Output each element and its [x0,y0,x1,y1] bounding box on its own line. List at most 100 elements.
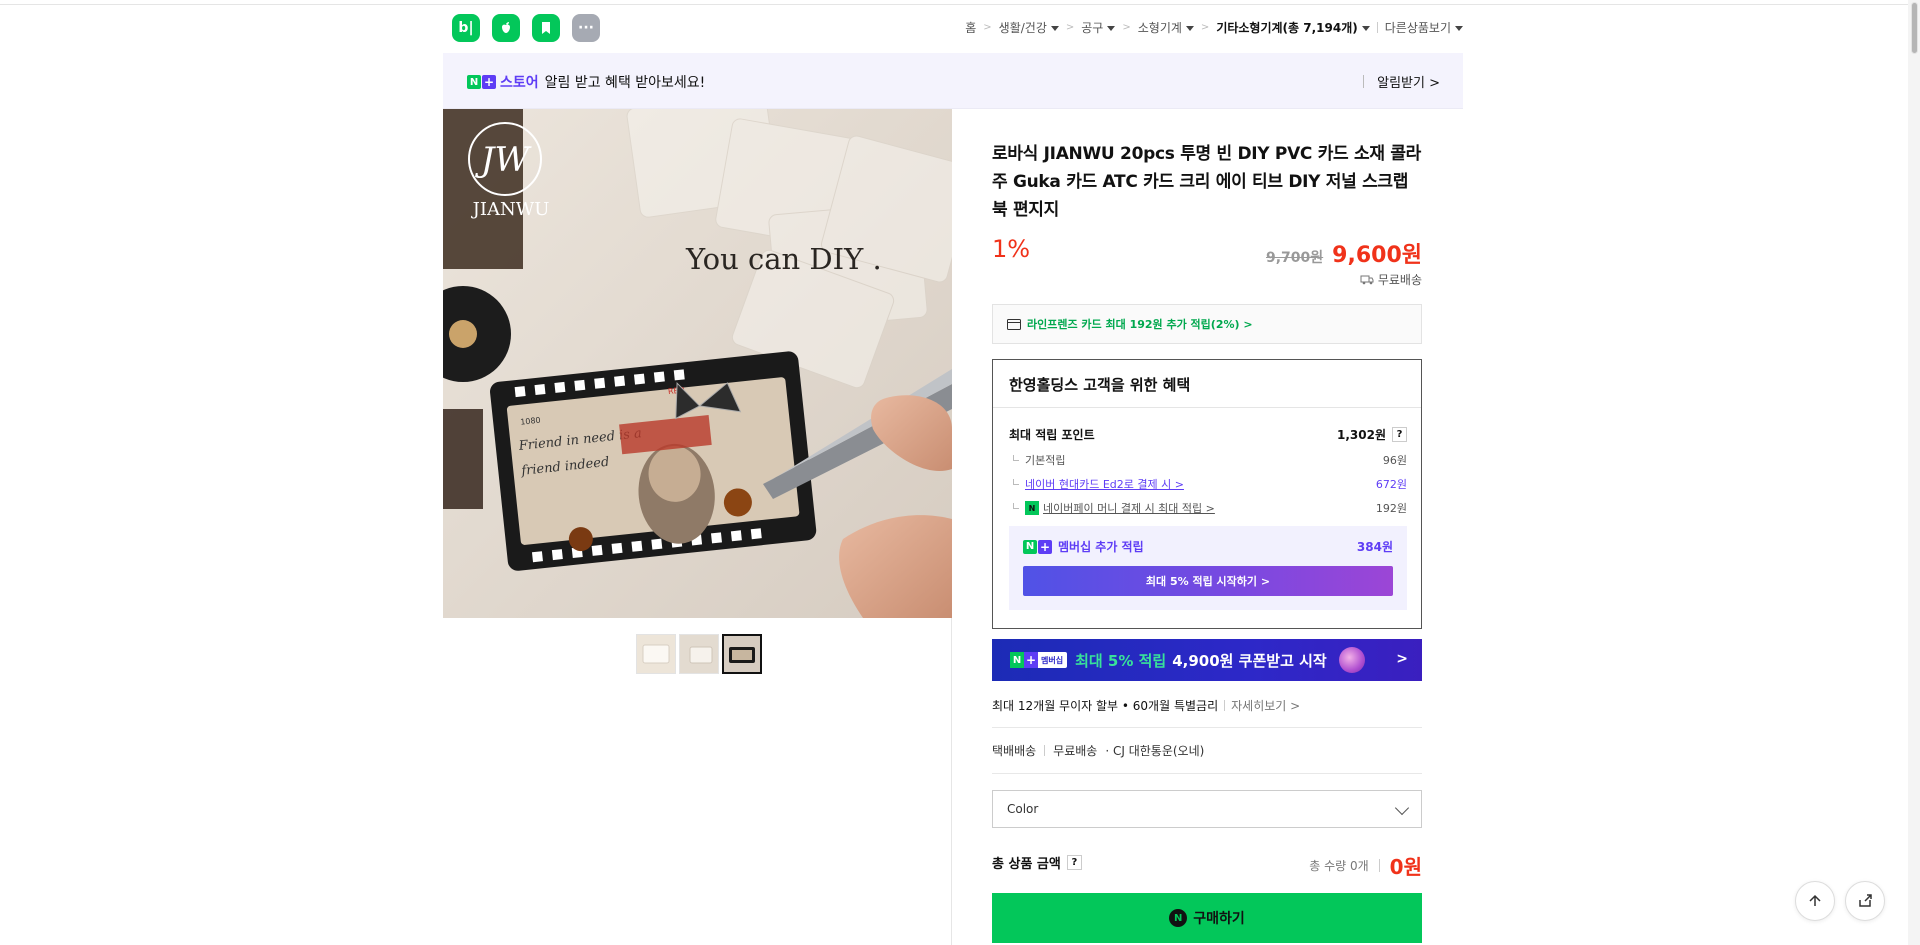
hyundai-card-link[interactable]: 네이버 현대카드 Ed2로 결제 시 > [1025,476,1184,492]
promo-highlight: 최대 5% 적립 [1075,651,1167,670]
app-icon-row: b| ··· [452,14,600,42]
benefit-row-value: 192원 [1375,502,1407,515]
share-icon [1859,894,1872,907]
breadcrumb-sep-icon: > [983,22,992,33]
delivery-info: 택배배송 무료배송 · CJ 대한통운(오네) [992,742,1204,759]
blog-icon-label: b| [458,20,474,36]
breadcrumb-category-3[interactable]: 소형기계 [1138,19,1194,36]
caret-down-icon [1185,26,1194,31]
breadcrumb-divider [1376,22,1378,33]
store-banner-message: 알림 받고 혜택 받아보세요! [544,75,706,91]
nplus-icon: N + [1023,539,1052,554]
membership-promo-banner[interactable]: N + 멤버십 최대 5% 적립 4,900원 쿠폰받고 시작 > [992,639,1422,681]
breadcrumb-sep-icon: > [1065,22,1075,33]
scroll-to-top-button[interactable] [1795,881,1835,921]
installment-info: 최대 12개월 무이자 할부 • 60개월 특별금리 자세히보기 > [992,697,1422,714]
product-photo-illustration: JW JIANWU You can DIY . 1080 RED Friend … [443,109,952,618]
color-option-placeholder: Color [1007,802,1039,816]
more-icon-label: ··· [578,20,594,36]
breadcrumb-sep-icon: > [1122,22,1131,33]
tree-line-icon [1013,455,1019,461]
credit-card-icon [1007,318,1021,330]
help-icon[interactable]: ? [1066,854,1082,870]
total-quantity: 총 수량 0개 [1309,859,1369,873]
installment-detail-link[interactable]: 자세히보기 > [1231,697,1300,714]
buy-button-label: 구매하기 [1193,911,1245,927]
shipping-label: 무료배송 [1377,273,1422,287]
onion-mascot-icon [1338,647,1365,673]
color-option-select[interactable]: Color [992,790,1422,828]
breadcrumb-category-2[interactable]: 공구 [1081,19,1116,36]
breadcrumb-category-4[interactable]: 기타소형기계(총 7,194개) [1216,19,1370,36]
more-icon[interactable]: ··· [572,14,600,42]
buy-button[interactable]: N 구매하기 [992,893,1422,943]
alert-subscribe-label: 알림받기 > [1377,76,1440,91]
membership-tag: N + 멤버십 [1010,652,1068,668]
alert-subscribe-button[interactable]: 알림받기 > [1363,72,1440,91]
membership-start-button[interactable]: 최대 5% 적립 시작하기 > [1023,566,1393,596]
other-products-link[interactable]: 다른상품보기 [1385,19,1463,36]
membership-row: N + 멤버십 추가 적립 384원 [1023,538,1393,555]
page-scrollbar[interactable] [1908,0,1920,945]
breadcrumb-category-4-label: 기타소형기계(총 7,194개) [1216,21,1358,35]
top-header: b| ··· 홈 > 생활/건강 > 공구 > 소형기계 > 기타소형기계(총 … [443,13,1463,43]
naverpay-icon: N [1025,501,1039,515]
installment-text: 최대 12개월 무이자 할부 • 60개월 특별금리 [992,699,1219,713]
chevron-right-icon: > [1396,651,1408,667]
naverpay-n-icon: N [1169,909,1188,927]
membership-tag-label: 멤버십 [1041,655,1064,665]
bookmark-app-icon[interactable] [532,14,560,42]
total-label: 총 상품 금액 [992,856,1061,872]
share-button[interactable] [1845,881,1885,921]
scrollbar-thumb[interactable] [1911,2,1918,54]
total-divider [1378,859,1380,872]
thumbnail-2[interactable] [679,634,719,674]
card-offer-label: 라인프렌즈 카드 최대 192원 추가 적립(2%) > [1027,318,1253,331]
logo-monogram: JW [475,140,533,180]
thumbnail-1[interactable] [636,634,676,674]
benefit-row-naverpay: N 네이버페이 머니 결제 시 최대 적립 > 192원 [1013,500,1407,516]
max-points-label: 최대 적립 포인트 [1009,428,1095,442]
membership-value: 384원 [1356,540,1393,554]
max-points-value-wrap: 1,302원 ? [1337,426,1407,443]
nplus-store-icon: N + [467,75,496,89]
breadcrumb-category-2-label: 공구 [1081,21,1104,35]
sale-price: 9,600원 [1332,243,1422,268]
breadcrumb-category-1[interactable]: 생활/건강 [999,19,1059,36]
membership-box: N + 멤버십 추가 적립 384원 최대 5% 적립 시작하기 > [1009,526,1407,610]
arrow-up-icon [1809,894,1821,906]
caret-down-icon [1107,26,1116,31]
store-alert-banner: N + 스토어 알림 받고 혜택 받아보세요! 알림받기 > [443,53,1463,109]
other-products-label: 다른상품보기 [1384,21,1451,35]
truck-icon [1360,275,1374,285]
blog-icon[interactable]: b| [452,14,480,42]
installment-divider [1224,700,1226,711]
caret-down-icon [1050,26,1059,31]
thumbnail-strip [636,634,762,674]
logo-wordmark: JIANWU [471,199,550,220]
caret-down-icon [1361,26,1370,31]
divider [992,773,1422,774]
image-headline: You can DIY . [685,242,882,276]
delivery-type: 택배배송 [992,744,1037,758]
delivery-carrier: · CJ 대한통운(오네) [1105,744,1205,758]
tree-line-icon [1013,503,1019,509]
benefit-heading: 한영홀딩스 고객을 위한 혜택 [993,360,1421,408]
benefit-row-label: 기본적립 [1025,454,1066,467]
alert-divider [1363,75,1365,88]
tree-line-icon [1013,479,1019,485]
breadcrumb-home[interactable]: 홈 [965,19,976,36]
max-points-row: 최대 적립 포인트 1,302원 ? [1009,426,1407,443]
naverpay-link[interactable]: 네이버페이 머니 결제 시 최대 적립 > [1043,500,1215,516]
breadcrumb-category-3-label: 소형기계 [1137,21,1182,35]
apple-app-icon[interactable] [492,14,520,42]
thumbnail-3-selected[interactable] [722,634,762,674]
benefit-row-hyundai-card: 네이버 현대카드 Ed2로 결제 시 > 672원 [1013,476,1407,492]
shipping-info: 무료배송 [1360,271,1422,288]
help-icon[interactable]: ? [1392,427,1407,442]
product-gallery: JW JIANWU You can DIY . 1080 RED Friend … [443,109,952,945]
card-offer-banner[interactable]: 라인프렌즈 카드 최대 192원 추가 적립(2%) > [992,304,1422,344]
discount-rate: 1% [992,235,1031,263]
product-title: 로바식 JIANWU 20pcs 투명 빈 DIY PVC 카드 소재 콜라주 … [992,144,1421,220]
main-product-image[interactable]: JW JIANWU You can DIY . 1080 RED Friend … [443,109,952,618]
